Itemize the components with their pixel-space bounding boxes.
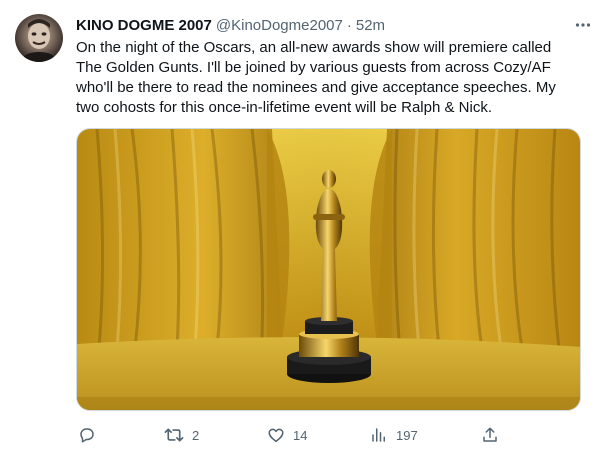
- tweet-text: On the night of the Oscars, an all-new a…: [76, 39, 556, 116]
- tweet-media-image[interactable]: [76, 128, 581, 411]
- like-button[interactable]: 14: [267, 424, 307, 446]
- avatar[interactable]: [15, 14, 63, 62]
- reply-button[interactable]: [78, 424, 104, 446]
- retweet-button[interactable]: 2: [164, 424, 199, 446]
- views-button[interactable]: 197: [370, 424, 418, 446]
- tweet-header: KINO DOGME 2007 @KinoDogme2007 · 52m: [76, 15, 591, 35]
- like-count: 14: [293, 427, 308, 443]
- author-name[interactable]: KINO DOGME 2007: [76, 17, 212, 34]
- share-icon: [483, 427, 497, 442]
- tweet: KINO DOGME 2007 @KinoDogme2007 · 52m On …: [0, 0, 611, 459]
- reply-icon: [80, 428, 94, 443]
- views-icon: [372, 428, 385, 442]
- more-icon: [575, 23, 591, 27]
- avatar-face-icon: [23, 19, 55, 62]
- retweet-count: 2: [192, 427, 200, 443]
- share-button[interactable]: [481, 424, 499, 446]
- tweet-actions: 2 14 197: [76, 424, 506, 446]
- retweet-icon: [164, 428, 184, 442]
- author-handle[interactable]: @KinoDogme2007: [216, 17, 343, 34]
- more-options-button[interactable]: [573, 15, 593, 35]
- separator-dot: ·: [346, 16, 352, 34]
- oscar-statuette-photo-icon: [77, 129, 580, 410]
- heart-icon: [268, 428, 284, 443]
- views-count: 197: [396, 427, 418, 443]
- tweet-timestamp[interactable]: 52m: [356, 17, 385, 34]
